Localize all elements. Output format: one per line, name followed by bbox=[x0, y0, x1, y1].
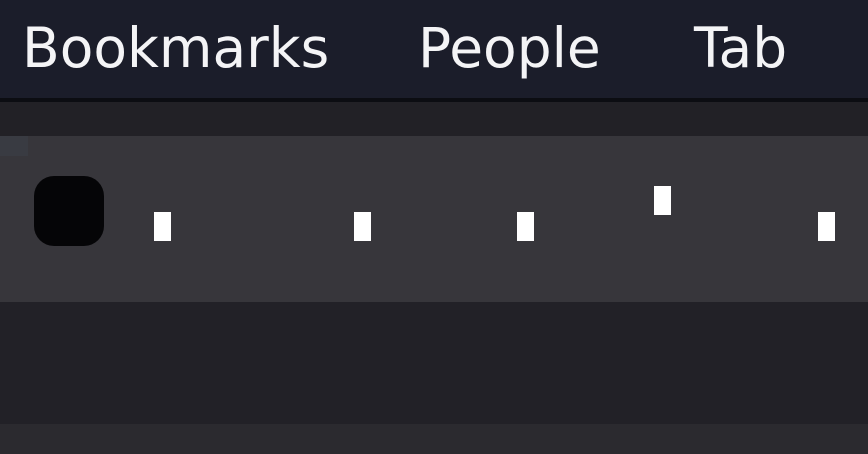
loading-tick-icon bbox=[354, 212, 371, 241]
loading-tick-icon bbox=[517, 212, 534, 241]
tab-strip bbox=[0, 102, 868, 136]
favicon-icon bbox=[34, 176, 104, 246]
loading-tick-icon bbox=[818, 212, 835, 241]
menu-bar: Bookmarks People Tab bbox=[0, 0, 868, 98]
page-content bbox=[0, 424, 868, 454]
tab-edge bbox=[0, 136, 28, 156]
loading-tick-icon bbox=[154, 212, 171, 241]
toolbar bbox=[0, 302, 868, 424]
tab[interactable] bbox=[0, 136, 868, 302]
menu-people[interactable]: People bbox=[418, 16, 601, 80]
loading-tick-icon bbox=[654, 186, 671, 215]
menu-bookmarks[interactable]: Bookmarks bbox=[22, 16, 329, 80]
menu-tab[interactable]: Tab bbox=[694, 16, 787, 80]
